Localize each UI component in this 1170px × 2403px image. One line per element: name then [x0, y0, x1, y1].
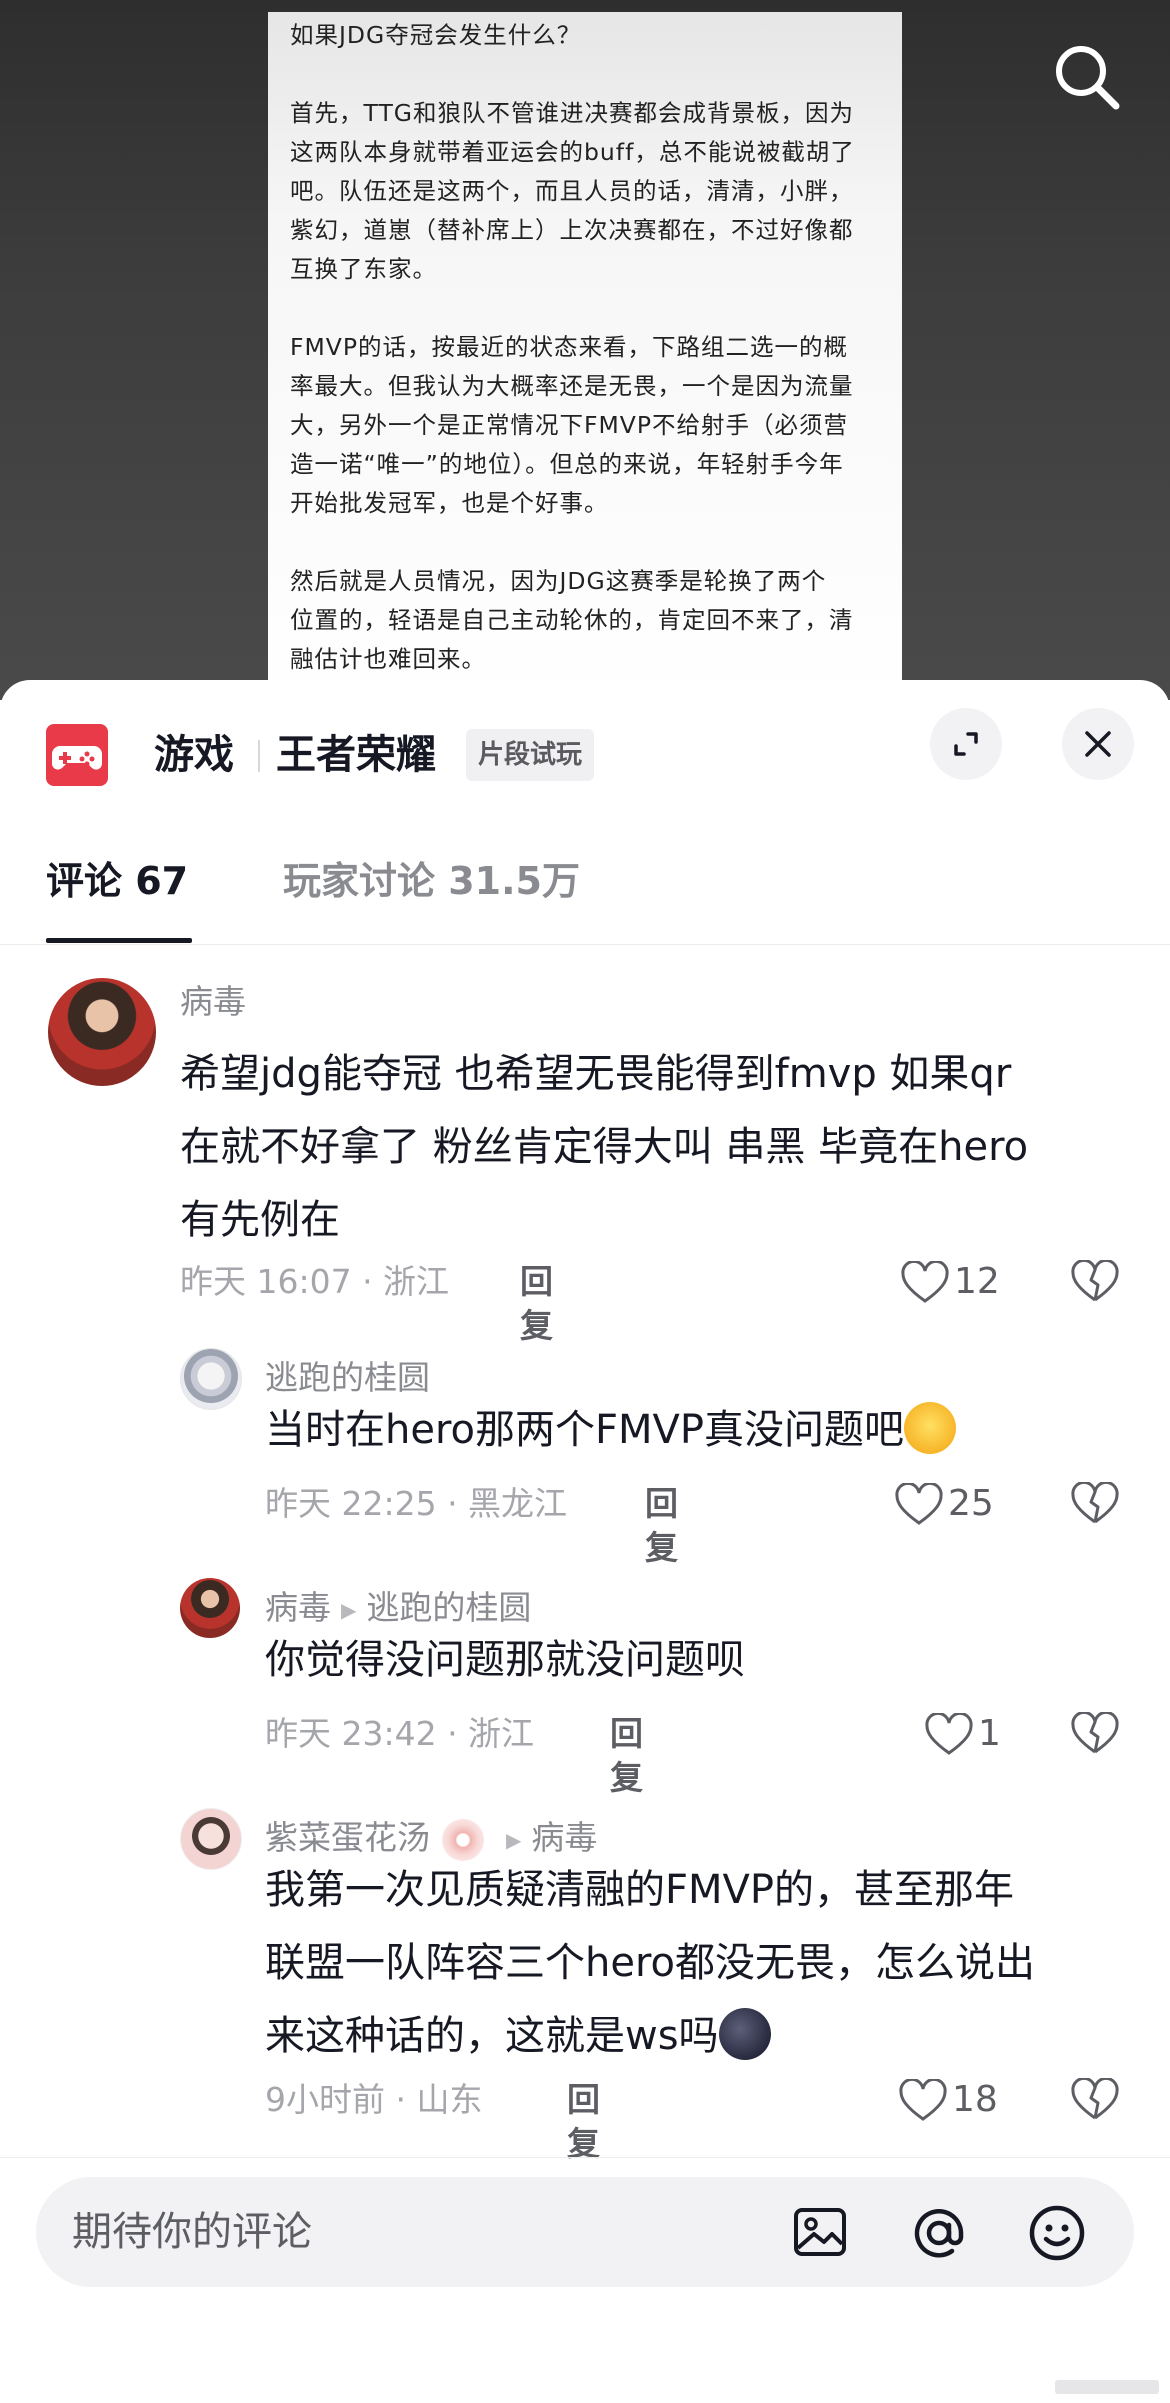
article-line: 这两队本身就带着亚运会的buff，总不能说被截胡了 — [290, 138, 855, 166]
tab-comments[interactable]: 评论 67 — [46, 856, 188, 906]
article-line: 造一诺“唯一”的地位）。但总的来说，年轻射手今年 — [290, 450, 844, 478]
heart-icon — [925, 1711, 973, 1755]
like-count: 12 — [954, 1261, 1000, 1302]
reply-to-name[interactable]: 病毒 — [531, 1818, 597, 1857]
game-name[interactable]: 王者荣耀 — [276, 728, 436, 782]
tab-player-discussion[interactable]: 玩家讨论 31.5万 — [283, 856, 580, 906]
astonished-face-emoji — [904, 1402, 957, 1454]
divider — [0, 2157, 1170, 2158]
avatar[interactable] — [48, 978, 156, 1086]
comment-text-line: 我第一次见质疑清融的FMVP的，甚至那年 — [265, 1867, 1015, 1913]
reply-button[interactable]: 回复 — [610, 1712, 643, 1800]
divider — [0, 944, 1170, 945]
heart-icon — [895, 1481, 943, 1525]
article-line: 吧。队伍还是这两个，而且人员的话，清清，小胖， — [290, 177, 854, 205]
like-button[interactable]: 1 — [924, 1711, 1001, 1757]
broken-heart-icon — [1071, 1710, 1119, 1754]
comment-sheet: 游戏 王者荣耀 片段试玩 评论 67 玩家讨论 31.5万 病毒 希望jdg能夺… — [0, 680, 1170, 2403]
reply-to-name[interactable]: 逃跑的桂圆 — [366, 1588, 531, 1627]
image-button[interactable] — [792, 2204, 848, 2264]
close-icon — [1085, 731, 1111, 757]
comment-text: 希望jdg能夺冠 也希望无畏能得到fmvp 如果qr 在就不好拿了 粉丝肯定得大… — [180, 1038, 1140, 1257]
like-count: 25 — [948, 1483, 994, 1524]
comment-author[interactable]: 病毒 — [180, 980, 246, 1024]
article-line: FMVP的话，按最近的状态来看，下路组二选一的概 — [290, 333, 849, 361]
broken-heart-icon — [1071, 1258, 1119, 1302]
image-icon — [794, 2208, 846, 2256]
heart-icon — [899, 2077, 947, 2121]
comment-text-line: 有先例在 — [180, 1197, 340, 1243]
article-line: 紫幻，道崽（替补席上）上次决赛都在，不过好像都 — [290, 216, 854, 244]
comment-text-line: 来这种话的，这就是ws吗 — [265, 2013, 719, 2059]
dislike-button[interactable] — [1070, 1710, 1120, 1760]
comment-text: 当时在hero那两个FMVP真没问题吧 — [265, 1394, 1145, 1467]
dislike-button[interactable] — [1070, 1258, 1120, 1308]
reply-button[interactable]: 回复 — [645, 1482, 678, 1570]
comment-text-line: 联盟一队阵容三个hero都没无畏，怎么说出 — [265, 1940, 1035, 1986]
watermark — [1055, 2380, 1159, 2394]
search-button[interactable] — [1048, 38, 1128, 118]
comment-text: 你觉得没问题那就没问题呗 — [265, 1637, 745, 1683]
comment-meta: 昨天 22:25 · 黑龙江 — [265, 1484, 568, 1523]
like-button[interactable]: 18 — [898, 2077, 998, 2123]
avatar[interactable] — [180, 1808, 242, 1870]
comment-meta: 昨天 23:42 · 浙江 — [265, 1714, 535, 1753]
comment-text-line: 当时在hero那两个FMVP真没问题吧 — [265, 1407, 905, 1453]
video-area[interactable]: 如果JDG夺冠会发生什么？ 首先，TTG和狼队不管谁进决赛都会成背景板，因为 这… — [0, 0, 1170, 700]
reply-arrow-icon: ▶ — [506, 1827, 522, 1852]
expand-icon — [954, 732, 978, 756]
reply-button[interactable]: 回复 — [567, 2078, 600, 2166]
article-line: 大，另外一个是正常情况下FMVP不给射手（必须营 — [290, 411, 849, 439]
like-count: 1 — [978, 1713, 1001, 1754]
article-line: 首先，TTG和狼队不管谁进决赛都会成背景板，因为 — [290, 99, 855, 127]
search-icon — [1056, 46, 1120, 110]
author-name[interactable]: 紫菜蛋花汤 — [265, 1818, 430, 1857]
comment-text-line: 希望jdg能夺冠 也希望无畏能得到fmvp 如果qr — [180, 1051, 1012, 1097]
trial-badge[interactable]: 片段试玩 — [466, 729, 595, 781]
comment-input-placeholder: 期待你的评论 — [72, 2209, 312, 2255]
comment-meta: 9小时前 · 山东 — [265, 2080, 483, 2119]
article-line: 位置的，轻语是自己主动轮休的，肯定回不来了，清 — [290, 606, 854, 634]
article-line: 率最大。但我认为大概率还是无畏，一个是因为流量 — [290, 372, 854, 400]
dislike-button[interactable] — [1070, 1480, 1120, 1530]
active-tab-indicator — [46, 938, 192, 943]
article-line: 如果JDG夺冠会发生什么？ — [290, 21, 582, 49]
avatar[interactable] — [180, 1348, 242, 1410]
at-icon — [914, 2209, 964, 2258]
broken-heart-icon — [1071, 1480, 1119, 1524]
like-button[interactable]: 12 — [900, 1259, 1000, 1305]
new-moon-face-emoji — [718, 2008, 771, 2060]
article-line: 开始批发冠军，也是个好事。 — [290, 489, 609, 517]
emoji-icon — [1029, 2205, 1085, 2261]
broken-heart-icon — [1071, 2076, 1119, 2120]
comment-text-line: 在就不好拿了 粉丝肯定得大叫 串黑 毕竟在hero — [180, 1124, 1029, 1170]
like-button[interactable]: 25 — [894, 1481, 994, 1527]
mention-button[interactable] — [910, 2204, 968, 2266]
emoji-button[interactable] — [1028, 2204, 1086, 2266]
reply-arrow-icon: ▶ — [341, 1597, 357, 1622]
article-line: 融估计也难回来。 — [290, 645, 486, 673]
expand-button[interactable] — [930, 708, 1002, 780]
comment-input[interactable]: 期待你的评论 — [36, 2177, 1134, 2287]
game-category[interactable]: 游戏 — [154, 728, 234, 782]
reply-button[interactable]: 回复 — [520, 1260, 553, 1348]
close-button[interactable] — [1062, 708, 1134, 780]
article-line: 然后就是人员情况，因为JDG这赛季是轮换了两个 — [290, 567, 827, 595]
like-count: 18 — [952, 2079, 998, 2120]
dislike-button[interactable] — [1070, 2076, 1120, 2126]
author-name[interactable]: 病毒 — [265, 1588, 331, 1627]
comment-text: 我第一次见质疑清融的FMVP的，甚至那年 联盟一队阵容三个hero都没无畏，怎么… — [265, 1854, 1145, 2073]
article-image: 如果JDG夺冠会发生什么？ 首先，TTG和狼队不管谁进决赛都会成背景板，因为 这… — [268, 12, 902, 700]
article-line: 互换了东家。 — [290, 255, 437, 283]
divider — [258, 740, 260, 772]
heart-icon — [901, 1259, 949, 1303]
game-controller-icon[interactable] — [46, 724, 108, 786]
comment-meta: 昨天 16:07 · 浙江 — [180, 1262, 450, 1301]
avatar[interactable] — [180, 1578, 240, 1638]
